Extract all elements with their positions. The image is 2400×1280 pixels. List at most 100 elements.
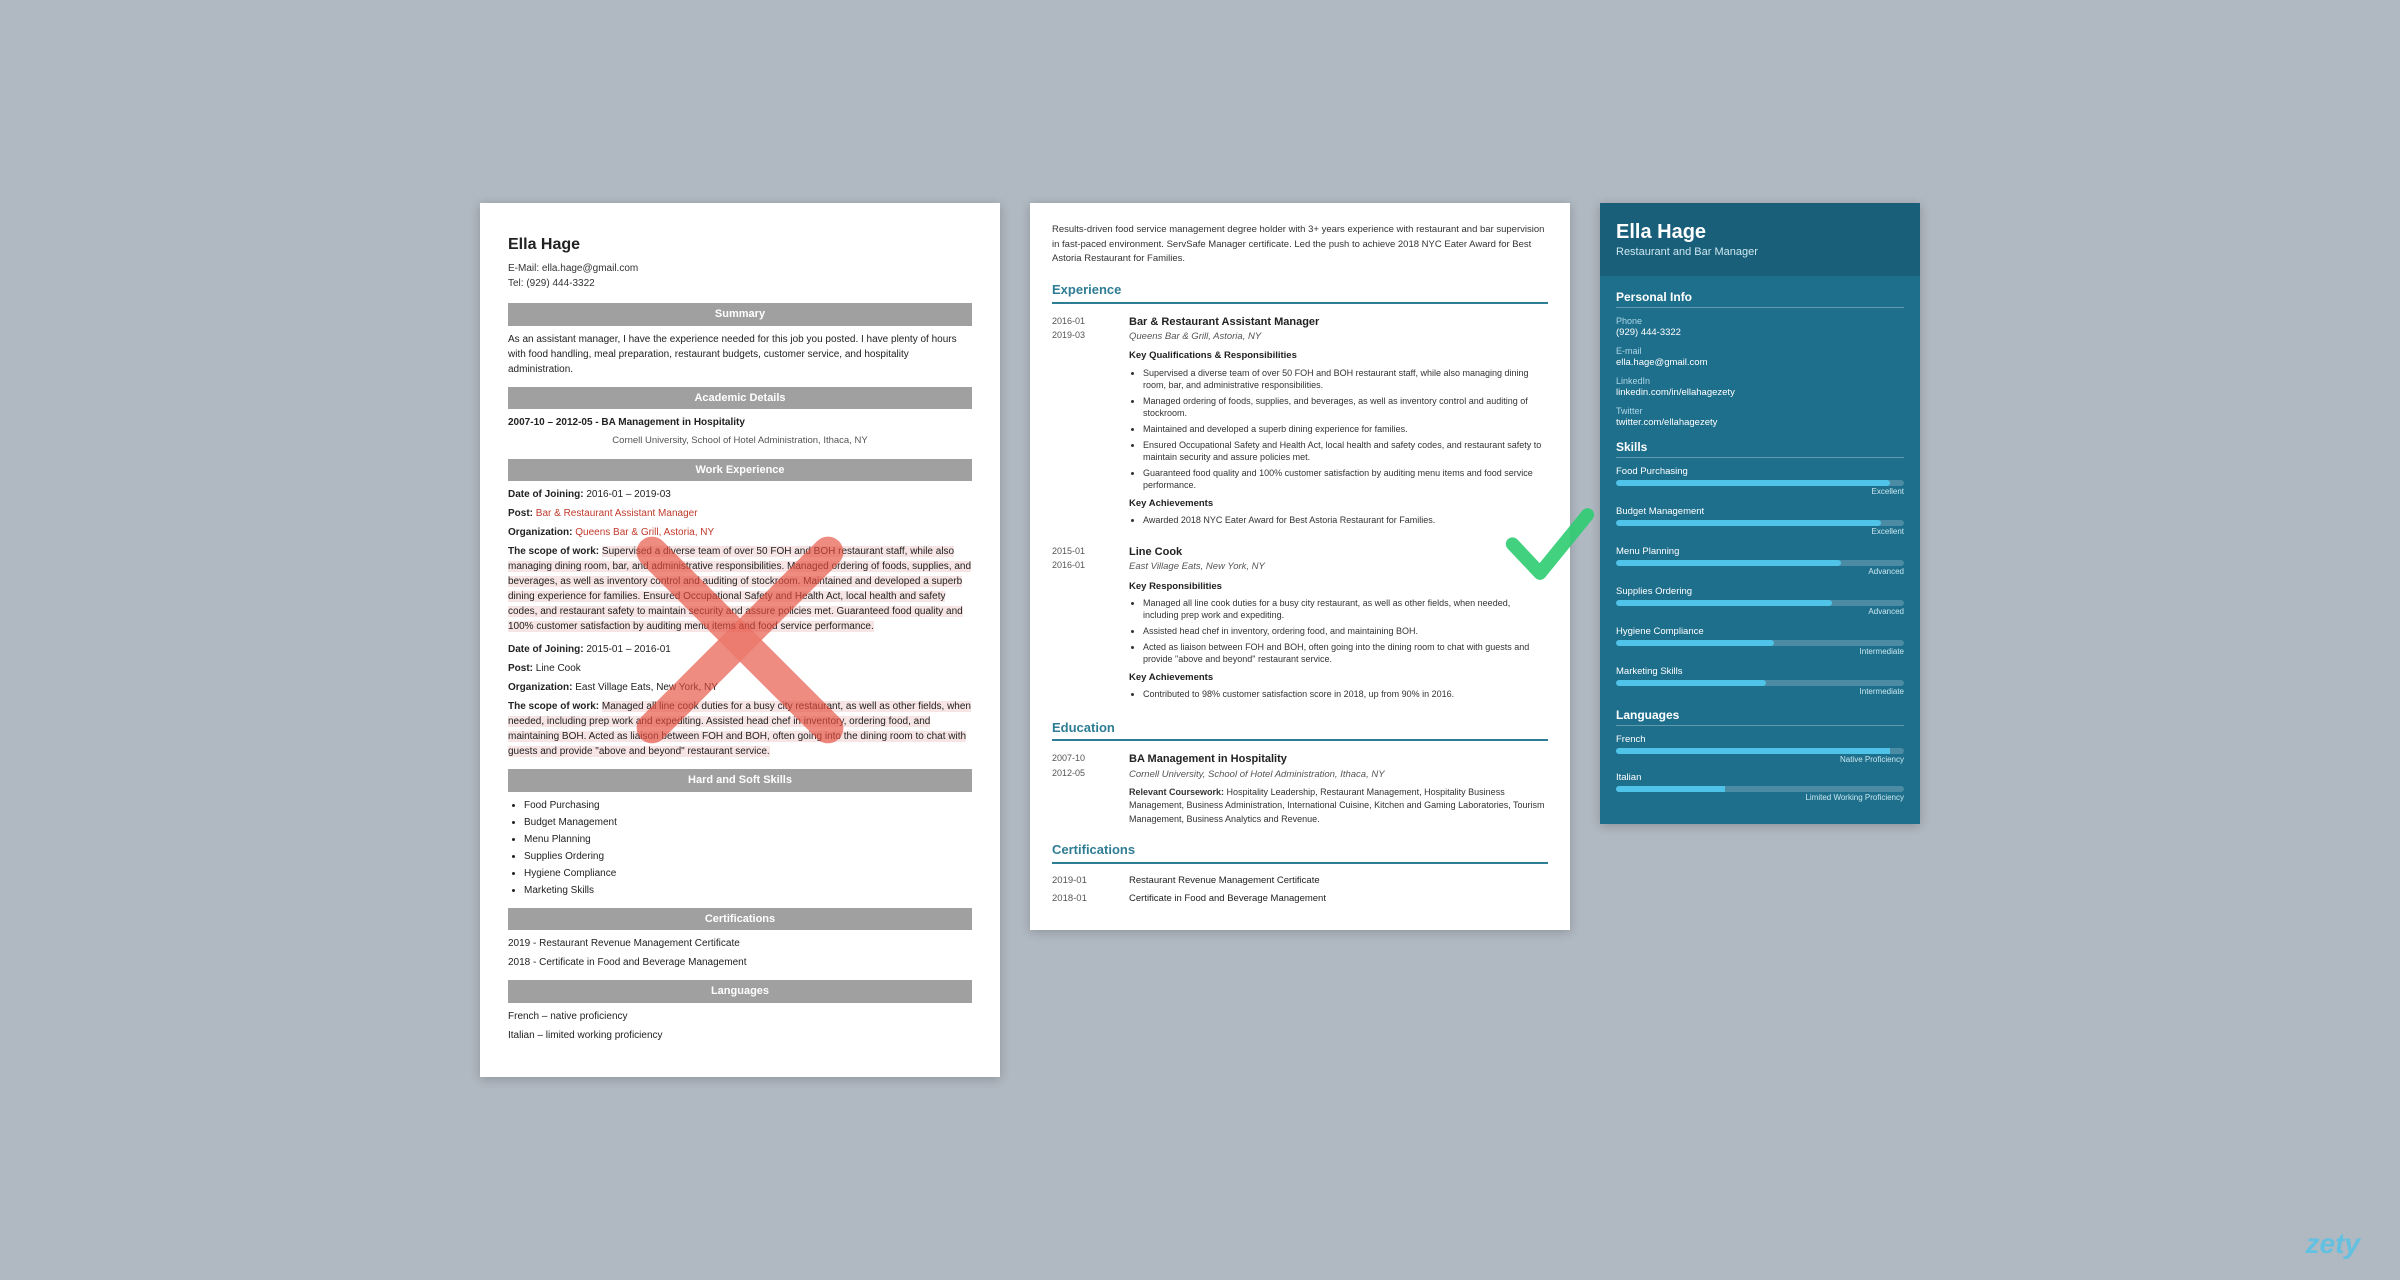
job2-resp-2: Assisted head chef in inventory, orderin… [1143,625,1548,638]
skill-bar-4 [1616,600,1904,606]
skill-bar-6 [1616,680,1904,686]
edu-date: 2007-10 2012-05 [1052,751,1117,826]
exp-item-1: 2016-01 2019-03 Bar & Restaurant Assista… [1052,314,1548,530]
cert-item-2: 2018-01 Certificate in Food and Beverage… [1052,892,1548,906]
certs-header: Certifications [508,908,972,931]
good-body: Results-driven food service management d… [1030,203,1570,930]
job1-resp-5: Guaranteed food quality and 100% custome… [1143,467,1548,492]
twitter-label: Twitter [1616,406,1904,416]
email-value: ella.hage@gmail.com [1616,357,1904,368]
edu-content: BA Management in Hospitality Cornell Uni… [1129,751,1548,826]
email-value: ella.hage@gmail.com [542,263,638,274]
lang-1: French – native proficiency [508,1009,972,1024]
skill-item-1: Food Purchasing Excellent [1616,466,1904,496]
work-header: Work Experience [508,459,972,482]
job1-ach-1: Awarded 2018 NYC Eater Award for Best As… [1143,514,1548,527]
job1-resp-2: Managed ordering of foods, supplies, and… [1143,395,1548,420]
cert1-name: Restaurant Revenue Management Certificat… [1129,874,1320,888]
lang-item-2: Italian Limited Working Proficiency [1616,772,1904,802]
certs-title: Certifications [1052,840,1548,864]
langs-header: Languages [508,980,972,1003]
work-item-2: Date of Joining: 2015-01 – 2016-01 Post:… [508,642,972,759]
skill-level-6: Intermediate [1616,687,1904,696]
skill-level-3: Advanced [1616,567,1904,576]
job2-title: Line Cook [1129,544,1548,561]
job2-ach-1: Contributed to 98% customer satisfaction… [1143,688,1548,701]
exp-item-2: 2015-01 2016-01 Line Cook East Village E… [1052,544,1548,704]
skill-item-6: Marketing Skills Intermediate [1616,666,1904,696]
cert-1: 2019 - Restaurant Revenue Management Cer… [508,936,972,951]
exp-date-1: 2016-01 2019-03 [1052,314,1117,530]
styled-name: Ella Hage [1616,221,1904,244]
skill-level-4: Advanced [1616,607,1904,616]
skills-list: Food Purchasing Budget Management Menu P… [524,798,972,898]
skills-title: Skills [1616,440,1904,458]
resume-styled: Ella Hage Restaurant and Bar Manager Per… [1600,203,1920,824]
bad-name: Ella Hage [508,233,972,257]
lang-bar-1 [1616,748,1904,754]
education-section: Education 2007-10 2012-05 BA Management … [1052,718,1548,827]
skill-4: Supplies Ordering [524,849,972,864]
email-label: E-mail [1616,346,1904,356]
skill-name-1: Food Purchasing [1616,466,1904,477]
skill-name-6: Marketing Skills [1616,666,1904,677]
linkedin-value: linkedin.com/in/ellahagezety [1616,387,1904,398]
skill-bar-5 [1616,640,1904,646]
styled-title: Restaurant and Bar Manager [1616,246,1904,258]
phone-value: (929) 444-3322 [1616,327,1904,338]
skill-fill-5 [1616,640,1774,646]
skill-fill-2 [1616,520,1881,526]
skill-bar-3 [1616,560,1904,566]
skill-6: Marketing Skills [524,883,972,898]
job1-resp-4: Ensured Occupational Safety and Health A… [1143,439,1548,464]
exp-content-1: Bar & Restaurant Assistant Manager Queen… [1129,314,1548,530]
edu-title: Education [1052,718,1548,742]
job2-org: Organization: East Village Eats, New Yor… [508,680,972,695]
skill-1: Food Purchasing [524,798,972,813]
lang-fill-2 [1616,786,1725,792]
job2-ach-list: Contributed to 98% customer satisfaction… [1143,688,1548,701]
job1-org: Organization: Queens Bar & Grill, Astori… [508,525,972,540]
good-summary: Results-driven food service management d… [1052,223,1548,266]
cert-2: 2018 - Certificate in Food and Beverage … [508,955,972,970]
job1-resp-3: Maintained and developed a superb dining… [1143,423,1548,436]
job1-ach-header: Key Achievements [1129,497,1548,511]
skill-fill-3 [1616,560,1841,566]
academic-header: Academic Details [508,387,972,410]
skill-item-3: Menu Planning Advanced [1616,546,1904,576]
skill-level-1: Excellent [1616,487,1904,496]
skill-fill-6 [1616,680,1766,686]
work-item-1: Date of Joining: 2016-01 – 2019-03 Post:… [508,487,972,634]
edu-school: Cornell University, School of Hotel Admi… [1129,768,1548,782]
tel-value: (929) 444-3322 [526,278,594,289]
zety-watermark: zety [2306,1228,2360,1260]
skill-bar-1 [1616,480,1904,486]
lang-fill-1 [1616,748,1890,754]
resume-good: Results-driven food service management d… [1030,203,1570,930]
styled-body: Personal Info Phone (929) 444-3322 E-mai… [1600,276,1920,824]
job2-resp-header: Key Responsibilities [1129,580,1548,594]
job1-date: Date of Joining: 2016-01 – 2019-03 [508,487,972,502]
styled-header: Ella Hage Restaurant and Bar Manager [1600,203,1920,276]
job1-resp-list: Supervised a diverse team of over 50 FOH… [1143,367,1548,492]
edu-item: 2007-10 2012-05 BA Management in Hospita… [1052,751,1548,826]
exp-date-2: 2015-01 2016-01 [1052,544,1117,704]
skill-level-2: Excellent [1616,527,1904,536]
experience-title: Experience [1052,280,1548,304]
skill-name-2: Budget Management [1616,506,1904,517]
skills-header: Hard and Soft Skills [508,769,972,792]
lang-2: Italian – limited working proficiency [508,1028,972,1043]
lang-level-2: Limited Working Proficiency [1616,793,1904,802]
job2-org: East Village Eats, New York, NY [1129,560,1548,574]
skill-name-5: Hygiene Compliance [1616,626,1904,637]
job1-qual-header: Key Qualifications & Responsibilities [1129,349,1548,363]
edu-coursework: Relevant Coursework: Hospitality Leaders… [1129,786,1548,827]
page-container: Ella Hage E-Mail: ella.hage@gmail.com Te… [480,203,1920,1076]
skill-name-3: Menu Planning [1616,546,1904,557]
job1-ach-list: Awarded 2018 NYC Eater Award for Best As… [1143,514,1548,527]
skill-item-2: Budget Management Excellent [1616,506,1904,536]
linkedin-label: LinkedIn [1616,376,1904,386]
personal-info-title: Personal Info [1616,290,1904,308]
academic-entry: 2007-10 – 2012-05 - BA Management in Hos… [508,415,972,430]
bad-contact: E-Mail: ella.hage@gmail.com Tel: (929) 4… [508,261,972,291]
